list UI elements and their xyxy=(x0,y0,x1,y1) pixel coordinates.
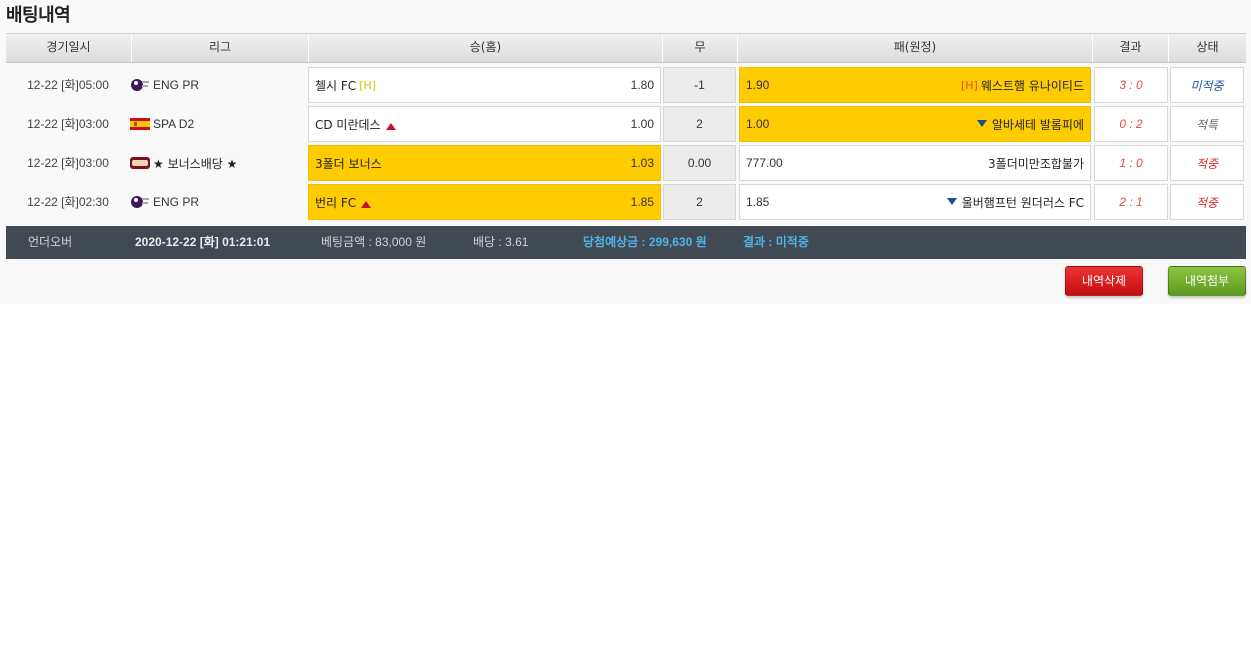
away-odds: 1.85 xyxy=(746,195,770,209)
bet-odds: 배당 : 3.61 xyxy=(473,235,529,249)
away-bet-cell[interactable]: 1.00 알바세테 발롬피에 xyxy=(739,106,1091,142)
home-odds: 1.85 xyxy=(630,195,654,209)
table-row: 12-22 [화]02:30 ENG PR 번리 FC 1.85 2 1.85 … xyxy=(6,184,1246,221)
page-title: 배팅내역 xyxy=(6,5,71,26)
draw-bet-cell[interactable]: -1 xyxy=(663,67,736,103)
col-draw: 무 xyxy=(663,34,738,62)
handicap-mark: [H] xyxy=(960,78,978,92)
league: ENG PR xyxy=(130,184,307,220)
bet-type: 언더오버 xyxy=(28,235,73,249)
match-date: 12-22 [화]03:00 xyxy=(27,156,109,170)
bet-history-panel: 배팅내역 경기일시 리그 승(홈) 무 패(원정) 결과 상태 12-22 [화… xyxy=(0,0,1251,304)
match-date: 12-22 [화]03:00 xyxy=(27,117,109,131)
up-arrow-icon xyxy=(361,200,372,208)
draw-bet-cell[interactable]: 2 xyxy=(663,184,736,220)
bet-result: 결과 : 미적중 xyxy=(743,235,809,249)
league: ENG PR xyxy=(130,67,307,103)
col-status: 상태 xyxy=(1196,40,1219,54)
bet-datetime: 2020-12-22 [화] 01:21:01 xyxy=(135,235,271,249)
match-result: 1 : 0 xyxy=(1094,145,1168,181)
match-result: 0 : 2 xyxy=(1094,106,1168,142)
league-name: ENG PR xyxy=(153,195,200,209)
home-team: CD 미란데스 xyxy=(315,117,381,132)
col-league: 리그 xyxy=(132,34,309,62)
bet-status: 미적중 xyxy=(1170,67,1244,103)
table-header: 경기일시 리그 승(홈) 무 패(원정) 결과 상태 xyxy=(6,33,1246,63)
away-team: 웨스트햄 유나이티드 xyxy=(980,78,1084,93)
match-result: 2 : 1 xyxy=(1094,184,1168,220)
home-odds: 1.80 xyxy=(630,78,654,92)
league-name: SPA D2 xyxy=(153,117,195,131)
away-odds: 777.00 xyxy=(746,156,783,170)
home-team: 3폴더 보너스 xyxy=(315,156,382,171)
home-team: 번리 FC xyxy=(315,195,357,210)
away-odds: 1.00 xyxy=(746,117,770,131)
draw-value: 2 xyxy=(696,117,703,131)
draw-value: 0.00 xyxy=(687,156,712,170)
away-odds: 1.90 xyxy=(746,78,770,92)
expected-win: 당첨예상금 : 299,630 원 xyxy=(583,235,707,249)
away-team: 울버햄프턴 원더러스 FC xyxy=(961,195,1084,210)
col-date: 경기일시 xyxy=(6,34,132,62)
away-bet-cell[interactable]: 1.90 [H] 웨스트햄 유나이티드 xyxy=(739,67,1091,103)
table-row: 12-22 [화]05:00 ENG PR 첼시 FC [H] 1.80 -1 1… xyxy=(6,67,1246,104)
premier-league-logo-icon xyxy=(130,77,150,93)
attach-history-button[interactable]: 내역첨부 xyxy=(1168,266,1246,296)
delete-history-button[interactable]: 내역삭제 xyxy=(1065,266,1143,296)
col-result: 결과 xyxy=(1093,34,1169,62)
away-team: 알바세테 발롬피에 xyxy=(991,117,1084,132)
league: ★ 보너스배당 ★ xyxy=(130,145,307,181)
col-away: 패(원정) xyxy=(738,34,1093,62)
away-team: 3폴더미만조합불가 xyxy=(988,156,1084,171)
league-name: ★ 보너스배당 ★ xyxy=(153,156,238,171)
spain-flag-icon xyxy=(130,116,150,132)
match-date: 12-22 [화]02:30 xyxy=(27,195,109,209)
bet-status: 적중 xyxy=(1170,145,1244,181)
home-bet-cell[interactable]: 첼시 FC [H] 1.80 xyxy=(308,67,661,103)
up-arrow-icon xyxy=(385,122,396,130)
home-bet-cell[interactable]: CD 미란데스 1.00 xyxy=(308,106,661,142)
home-odds: 1.00 xyxy=(630,117,654,131)
bet-status: 적중 xyxy=(1170,184,1244,220)
draw-bet-cell[interactable]: 0.00 xyxy=(663,145,736,181)
bet-summary-bar: 언더오버 2020-12-22 [화] 01:21:01 베팅금액 : 83,0… xyxy=(6,226,1246,259)
league-name: ENG PR xyxy=(153,78,200,92)
handicap-mark: [H] xyxy=(359,78,377,92)
col-home: 승(홈) xyxy=(309,34,663,62)
bet-amount: 베팅금액 : 83,000 원 xyxy=(321,235,427,249)
away-bet-cell[interactable]: 777.00 3폴더미만조합불가 xyxy=(739,145,1091,181)
home-team: 첼시 FC xyxy=(315,78,357,93)
draw-value: 2 xyxy=(696,195,703,209)
draw-value: -1 xyxy=(694,78,705,92)
match-date: 12-22 [화]05:00 xyxy=(27,78,109,92)
home-bet-cell[interactable]: 번리 FC 1.85 xyxy=(308,184,661,220)
down-arrow-icon xyxy=(976,119,987,127)
table-row: 12-22 [화]03:00 ★ 보너스배당 ★ 3폴더 보너스 1.03 0.… xyxy=(6,145,1246,182)
draw-bet-cell[interactable]: 2 xyxy=(663,106,736,142)
league: SPA D2 xyxy=(130,106,307,142)
match-result: 3 : 0 xyxy=(1094,67,1168,103)
bet-status: 적특 xyxy=(1170,106,1244,142)
table-row: 12-22 [화]03:00 SPA D2 CD 미란데스 1.00 2 1.0… xyxy=(6,106,1246,143)
premier-league-logo-icon xyxy=(130,194,150,210)
down-arrow-icon xyxy=(946,197,957,205)
away-bet-cell[interactable]: 1.85 울버햄프턴 원더러스 FC xyxy=(739,184,1091,220)
home-odds: 1.03 xyxy=(630,156,654,170)
home-bet-cell[interactable]: 3폴더 보너스 1.03 xyxy=(308,145,661,181)
bonus-badge-icon xyxy=(130,155,150,171)
